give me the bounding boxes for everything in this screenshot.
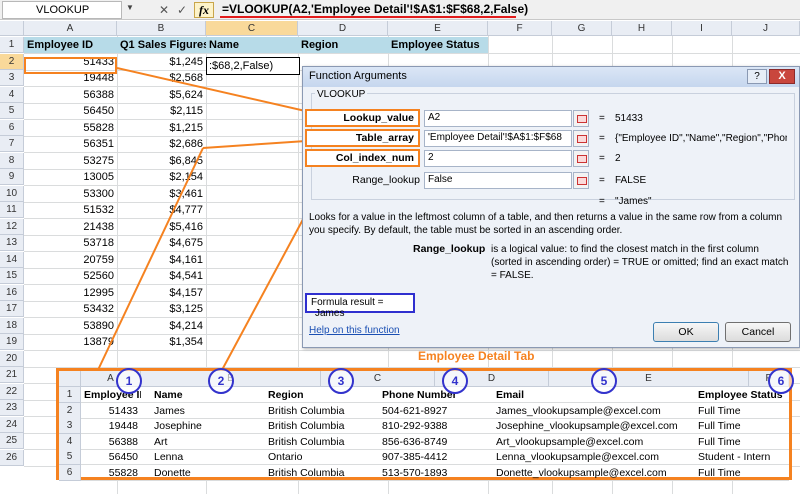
arg-value-lookup-value: 51433 — [615, 113, 643, 124]
detail-cell[interactable]: Donette_vlookupsample@excel.com — [493, 465, 693, 481]
detail-cell[interactable]: 56450 — [81, 449, 141, 465]
arg-input-table-array[interactable]: 'Employee Detail'!$A$1:$F$68 — [424, 130, 572, 147]
detail-cell[interactable]: 856-636-8749 — [379, 434, 493, 450]
employee-detail-tab-title: Employee Detail Tab — [418, 349, 535, 363]
detail-cell[interactable]: Full Time — [695, 418, 791, 434]
function-description: Looks for a value in the leftmost column… — [309, 212, 783, 236]
detail-cell[interactable]: 55828 — [81, 465, 141, 481]
arg-value-col-index-num: 2 — [615, 153, 621, 164]
detail-header-4[interactable]: Email — [493, 387, 693, 403]
employee-detail-table: ABCDEF123456Employee IDNameRegionPhone N… — [56, 368, 794, 481]
detail-header-3[interactable]: Phone Number — [379, 387, 493, 403]
formula-result-value: James — [315, 308, 345, 319]
help-on-function-link[interactable]: Help on this function — [309, 325, 400, 336]
function-name-label: VLOOKUP — [315, 89, 368, 100]
detail-cell[interactable]: British Columbia — [265, 403, 379, 419]
arg-equals: = — [599, 113, 605, 124]
formula-result-box: Formula result = James — [305, 293, 415, 319]
detail-row-header-5[interactable]: 5 — [59, 449, 81, 465]
detail-cell[interactable]: 504-621-8927 — [379, 403, 493, 419]
detail-cell[interactable]: Donette — [151, 465, 261, 481]
argument-help-label: Range_lookup — [413, 243, 486, 255]
arg-label-range-lookup: Range_lookup — [352, 174, 420, 186]
detail-cell[interactable]: British Columbia — [265, 434, 379, 450]
collapse-dialog-icon[interactable] — [573, 172, 589, 189]
detail-row-header-3[interactable]: 3 — [59, 418, 81, 434]
detail-cell[interactable]: Josephine — [151, 418, 261, 434]
collapse-dialog-icon[interactable] — [573, 150, 589, 167]
arg-input-lookup-value[interactable]: A2 — [424, 110, 572, 127]
column-number-marker-3: 3 — [328, 368, 354, 394]
arg-label-col-index-num: Col_index_num — [305, 149, 420, 167]
detail-cell[interactable]: Lenna_vlookupsample@excel.com — [493, 449, 693, 465]
detail-column-header-e[interactable]: E — [549, 371, 749, 387]
arg-equals: = — [599, 175, 605, 186]
arg-label-table-array: Table_array — [305, 129, 420, 147]
connector-table-array-bottom — [97, 147, 204, 371]
dialog-title: Function Arguments — [303, 67, 799, 87]
arg-input-range-lookup[interactable]: False — [424, 172, 572, 189]
arg-input-col-index-num[interactable]: 2 — [424, 150, 572, 167]
detail-cell[interactable]: James — [151, 403, 261, 419]
detail-row-header-6[interactable]: 6 — [59, 464, 81, 481]
arg-value-range-lookup: FALSE — [615, 175, 647, 186]
detail-cell[interactable]: 51433 — [81, 403, 141, 419]
function-arguments-dialog: Function Arguments ? X VLOOKUP Lookup_va… — [302, 66, 800, 348]
detail-cell[interactable]: Lenna — [151, 449, 261, 465]
close-button[interactable]: X — [769, 69, 795, 84]
detail-cell[interactable]: Art — [151, 434, 261, 450]
collapse-dialog-icon[interactable] — [573, 110, 589, 127]
argument-help-text: is a logical value: to find the closest … — [491, 244, 789, 281]
arg-label-lookup-value: Lookup_value — [305, 109, 420, 127]
detail-cell[interactable]: 907-385-4412 — [379, 449, 493, 465]
detail-row-header-2[interactable]: 2 — [59, 402, 81, 419]
arg-value-table-array: {"Employee ID","Name","Region","Phone — [615, 133, 787, 144]
detail-row-header-4[interactable]: 4 — [59, 433, 81, 450]
ok-button[interactable]: OK — [653, 322, 719, 342]
detail-cell[interactable]: Full Time — [695, 434, 791, 450]
collapse-dialog-icon[interactable] — [573, 130, 589, 147]
column-number-marker-2: 2 — [208, 368, 234, 394]
detail-cell[interactable]: 19448 — [81, 418, 141, 434]
result-preview: "James" — [615, 196, 652, 207]
detail-cell[interactable]: Student - Intern — [695, 449, 791, 465]
arg-equals: = — [599, 133, 605, 144]
column-number-marker-1: 1 — [116, 368, 142, 394]
cancel-button[interactable]: Cancel — [725, 322, 791, 342]
detail-header-2[interactable]: Region — [265, 387, 379, 403]
formula-result-label: Formula result = — [311, 297, 384, 308]
detail-cell[interactable]: Full Time — [695, 465, 791, 481]
column-number-marker-6: 6 — [768, 368, 794, 394]
arg-equals: = — [599, 153, 605, 164]
detail-cell[interactable]: 810-292-9388 — [379, 418, 493, 434]
detail-cell[interactable]: Full Time — [695, 403, 791, 419]
detail-cell[interactable]: Josephine_vlookupsample@excel.com — [493, 418, 693, 434]
detail-header-1[interactable]: Name — [151, 387, 261, 403]
detail-cell[interactable]: 56388 — [81, 434, 141, 450]
detail-cell[interactable]: 513-570-1893 — [379, 465, 493, 481]
select-all-corner[interactable] — [59, 371, 81, 387]
detail-row-header-1[interactable]: 1 — [59, 387, 81, 403]
help-button[interactable]: ? — [747, 69, 767, 84]
column-number-marker-5: 5 — [591, 368, 617, 394]
result-preview-equals: = — [599, 196, 605, 207]
detail-cell[interactable]: James_vlookupsample@excel.com — [493, 403, 693, 419]
column-number-marker-4: 4 — [442, 368, 468, 394]
detail-cell[interactable]: Ontario — [265, 449, 379, 465]
detail-cell[interactable]: British Columbia — [265, 418, 379, 434]
detail-cell[interactable]: British Columbia — [265, 465, 379, 481]
detail-cell[interactable]: Art_vlookupsample@excel.com — [493, 434, 693, 450]
